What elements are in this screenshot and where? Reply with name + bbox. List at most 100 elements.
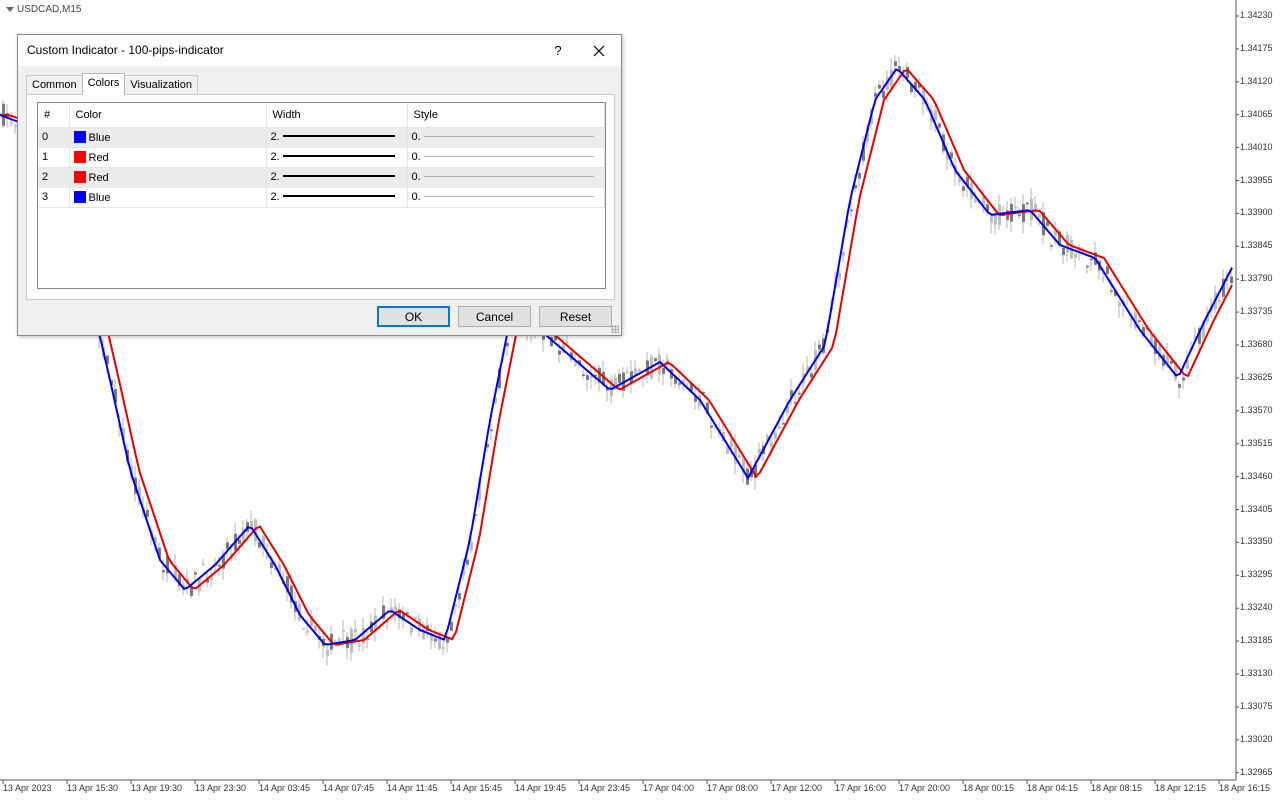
candle-body <box>782 423 785 425</box>
tab-visualization[interactable]: Visualization <box>124 75 198 94</box>
row-color[interactable]: Red <box>69 147 267 168</box>
candle-body <box>818 344 821 350</box>
time-label: 14 Apr 15:45 <box>451 783 503 793</box>
candle-body <box>194 572 197 575</box>
candle-body <box>1014 206 1017 209</box>
price-label: 1.33240 <box>1240 602 1273 613</box>
candle-body <box>1182 377 1185 381</box>
time-label: 18 Apr 16:15 <box>1219 783 1271 793</box>
help-button[interactable]: ? <box>540 35 576 66</box>
width-value: 2. <box>270 131 280 143</box>
price-label: 1.33955 <box>1240 174 1273 185</box>
row-color[interactable]: Blue <box>69 187 267 208</box>
price-label: 1.34010 <box>1240 141 1273 152</box>
color-swatch <box>73 150 86 163</box>
reset-button[interactable]: Reset <box>539 306 612 327</box>
time-label: 18 Apr 08:15 <box>1091 783 1143 793</box>
close-button[interactable] <box>578 35 620 66</box>
time-label: 14 Apr 03:45 <box>259 783 311 793</box>
row-width[interactable]: 2. <box>266 127 408 148</box>
candle-body <box>414 617 417 619</box>
row-width[interactable]: 2. <box>266 147 408 168</box>
cancel-button[interactable]: Cancel <box>458 306 531 327</box>
row-style[interactable]: 0. <box>407 167 605 188</box>
candle-body <box>342 630 345 632</box>
time-label: 18 Apr 04:15 <box>1027 783 1079 793</box>
row-style[interactable]: 0. <box>407 147 605 168</box>
candle-body <box>10 122 13 124</box>
time-label: 13 Apr 2023 <box>3 783 52 793</box>
price-label: 1.34175 <box>1240 42 1273 53</box>
price-label: 1.33405 <box>1240 503 1273 514</box>
candle-body <box>490 429 493 432</box>
width-value: 2. <box>270 151 280 163</box>
candle-body <box>878 84 881 89</box>
candle-body <box>1074 253 1077 258</box>
table-row[interactable]: 1 Red 2. 0. <box>38 147 605 168</box>
candle-body <box>614 377 617 386</box>
row-width[interactable]: 2. <box>266 167 408 188</box>
candle-body <box>838 272 841 280</box>
column-header-color[interactable]: Color <box>69 103 267 128</box>
color-swatch <box>73 190 86 203</box>
width-value: 2. <box>270 171 280 183</box>
candle-body <box>678 383 681 385</box>
candle-body <box>798 392 801 395</box>
style-line-sample <box>423 196 594 197</box>
price-label: 1.33845 <box>1240 240 1273 251</box>
candle-body <box>882 90 885 98</box>
row-color[interactable]: Red <box>69 167 267 188</box>
candle-body <box>1050 245 1053 247</box>
candle-body <box>218 564 221 567</box>
style-value: 0. <box>411 171 421 183</box>
symbol-label[interactable]: USDCAD,M15 <box>6 4 81 15</box>
candle-body <box>906 67 909 79</box>
candle-body <box>738 454 741 458</box>
candle-body <box>338 639 341 641</box>
candle-body <box>974 199 977 203</box>
candle-body <box>358 644 361 647</box>
row-width[interactable]: 2. <box>266 187 408 208</box>
price-label: 1.33735 <box>1240 306 1273 317</box>
colors-tab-panel: # Color Width Style 0 Blue 2. 0. 1 Red 2… <box>26 94 615 300</box>
price-label: 1.33900 <box>1240 207 1273 218</box>
column-header-style[interactable]: Style <box>407 103 605 128</box>
candle-body <box>638 369 641 372</box>
time-label: 13 Apr 15:30 <box>67 783 119 793</box>
price-label: 1.33460 <box>1240 470 1273 481</box>
price-label: 1.33625 <box>1240 371 1273 382</box>
price-label: 1.33680 <box>1240 339 1273 349</box>
time-label: 18 Apr 00:15 <box>963 783 1015 793</box>
candle-body <box>658 354 661 375</box>
tab-colors[interactable]: Colors <box>81 73 126 95</box>
candle-body <box>434 638 437 642</box>
candle-body <box>1026 202 1029 205</box>
resize-grip-icon[interactable] <box>611 325 619 333</box>
close-icon <box>593 45 605 56</box>
candle-body <box>306 631 309 633</box>
price-label: 1.33350 <box>1240 536 1273 547</box>
candle-body <box>326 649 329 656</box>
table-row[interactable]: 0 Blue 2. 0. <box>38 127 605 148</box>
time-label: 14 Apr 23:45 <box>579 783 631 793</box>
candle-body <box>1138 320 1141 322</box>
time-label: 17 Apr 16:00 <box>835 783 887 793</box>
time-label: 14 Apr 11:45 <box>387 783 438 793</box>
row-style[interactable]: 0. <box>407 187 605 208</box>
tab-common[interactable]: Common <box>26 75 83 94</box>
color-swatch <box>73 170 86 183</box>
candle-body <box>894 61 897 66</box>
ok-button[interactable]: OK <box>377 306 450 327</box>
custom-indicator-dialog: Custom Indicator - 100-pips-indicator ? … <box>17 34 622 336</box>
row-style[interactable]: 0. <box>407 127 605 148</box>
column-header-width[interactable]: Width <box>266 103 408 128</box>
row-index: 2 <box>38 167 70 188</box>
row-color[interactable]: Blue <box>69 127 267 148</box>
table-row[interactable]: 2 Red 2. 0. <box>38 167 605 188</box>
table-row[interactable]: 3 Blue 2. 0. <box>38 187 605 208</box>
column-header-index[interactable]: # <box>38 103 70 128</box>
candle-body <box>842 251 845 256</box>
time-label: 14 Apr 19:45 <box>515 783 567 793</box>
dialog-titlebar[interactable]: Custom Indicator - 100-pips-indicator ? <box>18 35 621 66</box>
candle-body <box>162 570 165 573</box>
